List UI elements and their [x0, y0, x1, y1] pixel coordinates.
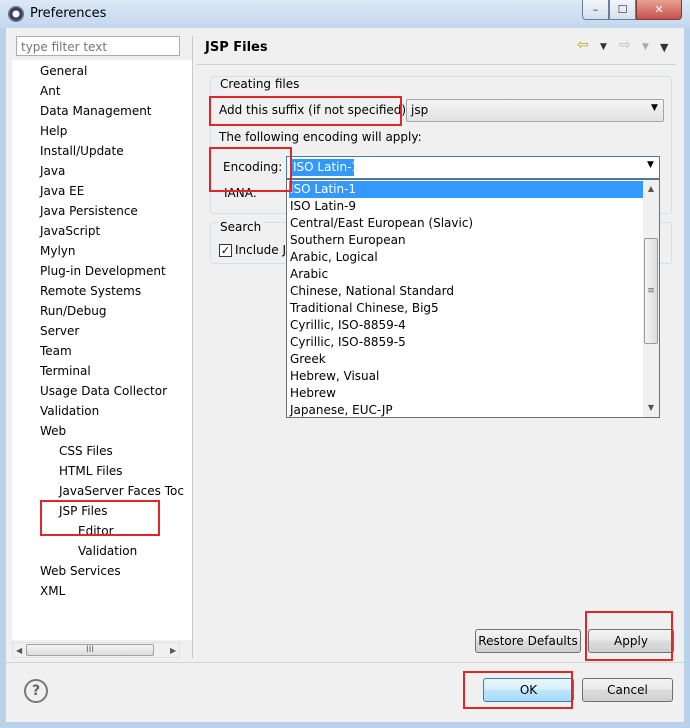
- encoding-option[interactable]: Arabic, Logical: [289, 249, 644, 266]
- tree-item-data-management[interactable]: Data Management: [40, 102, 152, 120]
- tree-item-html-files[interactable]: HTML Files: [59, 462, 123, 480]
- encoding-dropdown-list: ISO Latin-1 ISO Latin-9 Central/East Eur…: [286, 179, 660, 418]
- tree-item-remote-systems[interactable]: Remote Systems: [40, 282, 141, 300]
- view-menu-icon[interactable]: ▼: [660, 41, 668, 54]
- encoding-value: ISO Latin-1: [293, 160, 360, 174]
- tree-item-java-ee[interactable]: Java EE: [40, 182, 84, 200]
- include-label: Include J: [235, 243, 287, 257]
- minimize-button[interactable]: –: [582, 0, 609, 20]
- ok-button[interactable]: OK: [483, 678, 574, 702]
- encoding-option[interactable]: Cyrillic, ISO-8859-5: [289, 334, 644, 351]
- encoding-option[interactable]: Greek: [289, 351, 644, 368]
- apply-button[interactable]: Apply: [588, 629, 674, 653]
- restore-defaults-button[interactable]: Restore Defaults: [475, 629, 581, 653]
- tree-item-install-update[interactable]: Install/Update: [40, 142, 124, 160]
- encoding-option[interactable]: Hebrew, Visual: [289, 368, 644, 385]
- tree-item-validation[interactable]: Validation: [40, 402, 99, 420]
- tree-item-javascript[interactable]: JavaScript: [40, 222, 100, 240]
- app-icon: [8, 6, 24, 22]
- scroll-up-icon[interactable]: ▲: [643, 181, 659, 197]
- tree-item-ant[interactable]: Ant: [40, 82, 61, 100]
- header-separator: [196, 64, 676, 65]
- tree-item-help[interactable]: Help: [40, 122, 67, 140]
- tree-item-mylyn[interactable]: Mylyn: [40, 242, 76, 260]
- suffix-select[interactable]: [406, 99, 664, 122]
- scroll-right-icon[interactable]: ▶: [170, 646, 176, 655]
- creating-files-label: Creating files: [218, 77, 302, 91]
- tree-item-java-persistence[interactable]: Java Persistence: [40, 202, 138, 220]
- include-checkbox[interactable]: ✓: [219, 244, 232, 257]
- cancel-button[interactable]: Cancel: [582, 678, 673, 702]
- tree-item-terminal[interactable]: Terminal: [40, 362, 91, 380]
- tree-scroll-thumb[interactable]: III: [26, 644, 154, 656]
- preference-tree: General Ant Data Management Help Install…: [12, 60, 192, 640]
- tree-item-general[interactable]: General: [40, 62, 87, 80]
- scroll-left-icon[interactable]: ◀: [16, 646, 22, 655]
- tree-item-web-services[interactable]: Web Services: [40, 562, 121, 580]
- encoding-option[interactable]: Arabic: [289, 266, 644, 283]
- tree-item-jsp-validation[interactable]: Validation: [78, 542, 137, 560]
- tree-item-plugin-development[interactable]: Plug-in Development: [40, 262, 166, 280]
- encoding-option[interactable]: Japanese, EUC-JP: [289, 402, 644, 417]
- tree-item-xml[interactable]: XML: [40, 582, 65, 600]
- forward-menu-chevron-icon[interactable]: ▼: [642, 42, 649, 52]
- tree-item-css-files[interactable]: CSS Files: [59, 442, 113, 460]
- back-arrow-icon[interactable]: ⇦: [577, 37, 589, 53]
- page-title: JSP Files: [205, 40, 268, 55]
- tree-item-team[interactable]: Team: [40, 342, 72, 360]
- filter-input[interactable]: [19, 38, 173, 56]
- dropdown-scroll-thumb[interactable]: ≡: [644, 238, 658, 344]
- maximize-button[interactable]: ☐: [609, 0, 636, 20]
- encoding-option[interactable]: ISO Latin-9: [289, 198, 644, 215]
- close-button[interactable]: ✕: [636, 0, 682, 20]
- encoding-dropdown-icon[interactable]: ▼: [647, 160, 654, 170]
- forward-arrow-icon[interactable]: ⇨: [619, 37, 631, 53]
- encoding-option[interactable]: Cyrillic, ISO-8859-4: [289, 317, 644, 334]
- encoding-label: Encoding:: [223, 160, 283, 174]
- suffix-dropdown-icon[interactable]: ▼: [651, 103, 658, 113]
- encoding-option[interactable]: Chinese, National Standard: [289, 283, 644, 300]
- suffix-label: Add this suffix (if not specified): [219, 103, 407, 117]
- encoding-option[interactable]: Traditional Chinese, Big5: [289, 300, 644, 317]
- tree-item-java[interactable]: Java: [40, 162, 65, 180]
- back-menu-chevron-icon[interactable]: ▼: [600, 42, 607, 52]
- panel-divider[interactable]: [192, 36, 193, 658]
- iana-label: IANA:: [224, 186, 257, 200]
- tree-item-server[interactable]: Server: [40, 322, 79, 340]
- tree-item-jsp-files[interactable]: JSP Files: [59, 502, 108, 520]
- encoding-option[interactable]: Central/East European (Slavic): [289, 215, 644, 232]
- suffix-value: jsp: [411, 103, 429, 117]
- tree-item-usage-data-collector[interactable]: Usage Data Collector: [40, 382, 167, 400]
- filter-input-box[interactable]: [16, 36, 180, 56]
- encoding-option[interactable]: ISO Latin-1: [289, 181, 644, 198]
- encoding-info-label: The following encoding will apply:: [219, 130, 422, 144]
- window-title: Preferences: [30, 6, 107, 21]
- tree-item-javaserver-faces[interactable]: JavaServer Faces Toc: [59, 482, 184, 500]
- scroll-down-icon[interactable]: ▼: [643, 400, 659, 416]
- help-icon[interactable]: ?: [24, 679, 48, 703]
- search-group-label: Search: [218, 220, 264, 234]
- tree-item-run-debug[interactable]: Run/Debug: [40, 302, 107, 320]
- footer-separator: [6, 662, 684, 663]
- encoding-option[interactable]: Southern European: [289, 232, 644, 249]
- tree-item-web[interactable]: Web: [40, 422, 66, 440]
- encoding-option[interactable]: Hebrew: [289, 385, 644, 402]
- tree-item-jsp-editor[interactable]: Editor: [78, 522, 114, 540]
